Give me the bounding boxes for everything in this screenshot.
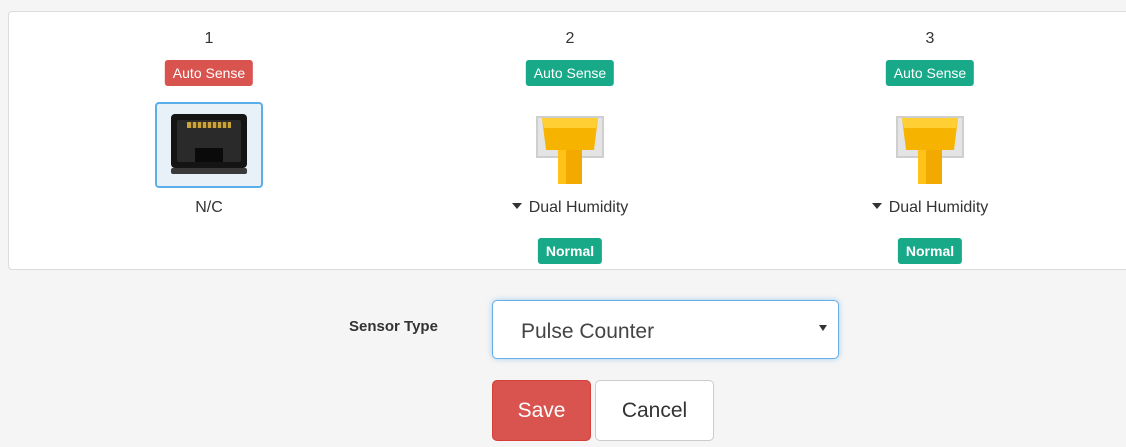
rj45-jack-empty-icon bbox=[171, 114, 247, 174]
sensor-name: Dual Humidity bbox=[888, 199, 989, 216]
auto-sense-badge[interactable]: Auto Sense bbox=[525, 60, 615, 86]
port-connector-button[interactable] bbox=[155, 102, 263, 188]
auto-sense-badge[interactable]: Auto Sense bbox=[885, 60, 975, 86]
ports-panel: 1 Auto Sense N/C 2 Auto Sense Dual Humid… bbox=[8, 11, 1126, 270]
cancel-button[interactable]: Cancel bbox=[595, 380, 714, 441]
port-number: 3 bbox=[925, 30, 935, 47]
port-number: 2 bbox=[565, 30, 575, 47]
sensor-type-select[interactable]: Pulse Counter bbox=[492, 300, 839, 359]
status-badge: Normal bbox=[897, 238, 963, 264]
port-label: N/C bbox=[195, 199, 223, 216]
port-connector-button[interactable] bbox=[516, 102, 624, 188]
auto-sense-badge[interactable]: Auto Sense bbox=[164, 60, 254, 86]
status-badge: Normal bbox=[537, 238, 603, 264]
select-arrow-icon bbox=[819, 325, 827, 331]
caret-down-icon bbox=[871, 202, 882, 209]
sensor-type-label: Sensor Type bbox=[349, 318, 438, 335]
port-connector-button[interactable] bbox=[876, 102, 984, 188]
sensor-dropdown[interactable]: Dual Humidity bbox=[850, 199, 1010, 217]
rj45-plug-connected-icon bbox=[536, 116, 604, 184]
port-number: 1 bbox=[204, 30, 214, 47]
sensor-dropdown[interactable]: Dual Humidity bbox=[490, 199, 650, 217]
caret-down-icon bbox=[511, 202, 522, 209]
sensor-name: Dual Humidity bbox=[528, 199, 629, 216]
save-button[interactable]: Save bbox=[492, 380, 591, 441]
sensor-type-value: Pulse Counter bbox=[521, 320, 655, 343]
rj45-plug-connected-icon bbox=[896, 116, 964, 184]
